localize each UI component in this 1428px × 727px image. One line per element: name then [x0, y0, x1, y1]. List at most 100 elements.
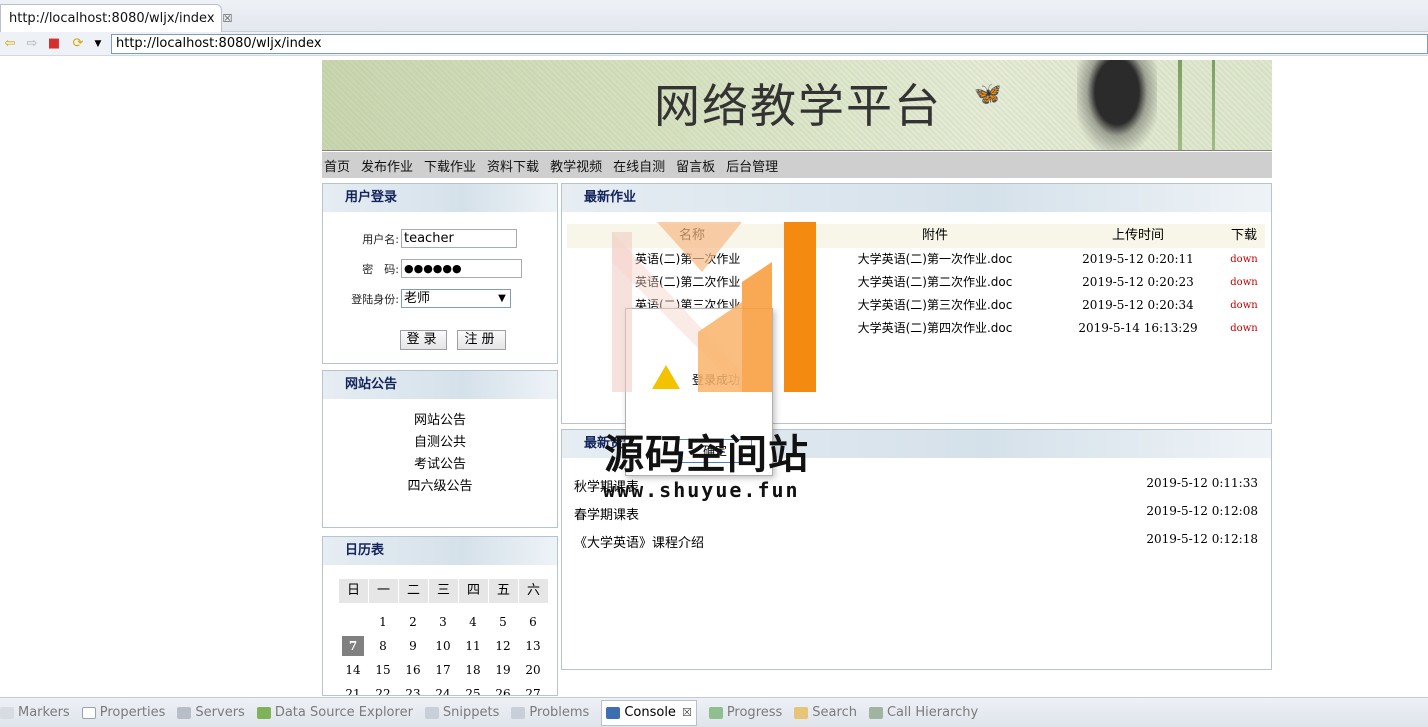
calendar-day[interactable]: 14 [338, 658, 368, 682]
calendar-day[interactable]: 4 [458, 610, 488, 634]
calendar-day[interactable]: 23 [398, 682, 428, 695]
calendar-day[interactable]: 8 [368, 634, 398, 658]
notice-link[interactable]: 考试公告 [323, 454, 557, 476]
password-label: 密 码: [362, 262, 399, 276]
calendar-day[interactable]: 12 [488, 634, 518, 658]
nav-teaching-video[interactable]: 教学视频 [550, 156, 602, 175]
calendar-day[interactable]: 24 [428, 682, 458, 695]
resource-link[interactable]: 秋学期课表 [574, 476, 639, 495]
notice-link[interactable]: 四六级公告 [323, 476, 557, 498]
calendar-day[interactable]: 1 [368, 610, 398, 634]
nav-admin[interactable]: 后台管理 [726, 156, 778, 175]
homework-file: 大学英语(二)第四次作业.doc [857, 321, 1013, 335]
calendar-day[interactable]: 26 [488, 682, 518, 695]
calendar-day[interactable]: 15 [368, 658, 398, 682]
calendar-day[interactable]: 27 [518, 682, 548, 695]
column-header: 附件 [921, 228, 948, 243]
homework-header-row: 名称 附件 上传时间 下载 [567, 224, 1265, 248]
browser-tab[interactable]: http://localhost:8080/wljx/index ☒ [0, 4, 232, 32]
password-input[interactable]: ●●●●●● [401, 259, 522, 278]
calendar-heading: 日历表 [323, 537, 557, 565]
calendar-day[interactable] [338, 610, 368, 634]
tab-label: Data Source Explorer [274, 705, 413, 720]
login-heading: 用户登录 [323, 184, 557, 212]
nav-publish-homework[interactable]: 发布作业 [361, 156, 413, 175]
calendar-day-today[interactable]: 7 [342, 636, 364, 656]
role-row: 登陆身份: 老师 ▼ [323, 289, 511, 308]
calendar-day[interactable]: 9 [398, 634, 428, 658]
download-link[interactable]: down [1223, 317, 1265, 340]
back-arrow-icon[interactable]: ⇦ [2, 36, 18, 52]
tab-data-source-explorer[interactable]: Data Source Explorer [256, 705, 413, 720]
column-header: 下载 [1230, 228, 1257, 243]
role-label: 登陆身份: [351, 292, 399, 306]
tab-label: Markers [18, 705, 70, 720]
close-icon[interactable]: ☒ [682, 706, 692, 719]
dropdown-arrow-icon[interactable]: ▼ [90, 36, 106, 52]
login-button[interactable]: 登录 [400, 330, 447, 350]
tab-properties[interactable]: Properties [81, 705, 166, 720]
properties-icon [81, 706, 96, 719]
tab-progress[interactable]: Progress [708, 705, 782, 720]
stop-icon[interactable]: ■ [46, 36, 62, 52]
progress-icon [708, 706, 723, 719]
tab-call-hierarchy[interactable]: Call Hierarchy [868, 705, 978, 720]
browser-toolbar: ⇦ ⇨ ■ ⟳ ▼ http://localhost:8080/wljx/ind… [0, 32, 1428, 56]
nav-online-test[interactable]: 在线自测 [613, 156, 665, 175]
calendar-day[interactable]: 5 [488, 610, 518, 634]
calendar-day[interactable]: 16 [398, 658, 428, 682]
resource-link[interactable]: 《大学英语》课程介绍 [574, 532, 704, 551]
butterfly-icon: 🦋 [974, 82, 1002, 107]
homework-time: 2019-5-14 16:13:29 [1078, 321, 1198, 335]
refresh-icon[interactable]: ⟳ [70, 36, 86, 52]
calendar-day[interactable]: 25 [458, 682, 488, 695]
tab-console[interactable]: Console ☒ [601, 699, 697, 726]
data-source-icon [256, 706, 271, 719]
calendar-day[interactable]: 17 [428, 658, 458, 682]
role-select[interactable]: 老师 ▼ [401, 289, 511, 308]
nav-message-board[interactable]: 留言板 [676, 156, 715, 175]
calendar-day[interactable]: 10 [428, 634, 458, 658]
browser-tab-bar: http://localhost:8080/wljx/index ☒ [0, 0, 1428, 32]
calendar-day[interactable]: 20 [518, 658, 548, 682]
tab-label: Properties [99, 705, 166, 720]
close-tab-icon[interactable]: ☒ [223, 12, 233, 25]
site-banner: 网络教学平台 🦋 [322, 60, 1272, 151]
nav-materials-download[interactable]: 资料下载 [487, 156, 539, 175]
tab-snippets[interactable]: Snippets [424, 705, 499, 720]
resource-time: 2019-5-12 0:12:08 [1146, 504, 1258, 518]
resource-link[interactable]: 春学期课表 [574, 504, 639, 523]
calendar-day[interactable]: 3 [428, 610, 458, 634]
list-item: 《大学英语》课程介绍 2019-5-12 0:12:18 [574, 532, 1258, 551]
homework-file: 大学英语(二)第二次作业.doc [857, 275, 1013, 289]
tab-servers[interactable]: Servers [177, 705, 245, 720]
forward-arrow-icon[interactable]: ⇨ [24, 36, 40, 52]
calendar-day[interactable]: 2 [398, 610, 428, 634]
username-input[interactable]: teacher [401, 229, 517, 248]
calendar-day[interactable]: 19 [488, 658, 518, 682]
notice-link[interactable]: 自测公共 [323, 432, 557, 454]
tab-problems[interactable]: Problems [511, 705, 589, 720]
register-button[interactable]: 注册 [457, 330, 506, 350]
download-link[interactable]: down [1223, 248, 1265, 271]
calendar-day[interactable]: 11 [458, 634, 488, 658]
calendar-day[interactable]: 18 [458, 658, 488, 682]
problems-icon [511, 706, 526, 719]
tab-markers[interactable]: Markers [0, 705, 70, 720]
tab-search[interactable]: Search [794, 705, 857, 720]
calendar-day[interactable]: 13 [518, 634, 548, 658]
address-bar[interactable]: http://localhost:8080/wljx/index [111, 34, 1428, 54]
main-nav: 首页 发布作业 下载作业 资料下载 教学视频 在线自测 留言板 后台管理 [322, 152, 1272, 178]
calendar-day[interactable]: 21 [338, 682, 368, 695]
notice-link[interactable]: 网站公告 [323, 410, 557, 432]
weekday-label: 二 [398, 579, 428, 603]
dialog-ok-button[interactable]: 确定 [678, 439, 752, 463]
calendar-day[interactable]: 6 [518, 610, 548, 634]
banner-stalk-decoration [1212, 60, 1215, 150]
nav-download-homework[interactable]: 下载作业 [424, 156, 476, 175]
calendar-week-row: 21 22 23 24 25 26 27 [338, 682, 548, 695]
calendar-day[interactable]: 22 [368, 682, 398, 695]
download-link[interactable]: down [1223, 271, 1265, 294]
nav-home[interactable]: 首页 [324, 156, 350, 175]
download-link[interactable]: down [1223, 294, 1265, 317]
